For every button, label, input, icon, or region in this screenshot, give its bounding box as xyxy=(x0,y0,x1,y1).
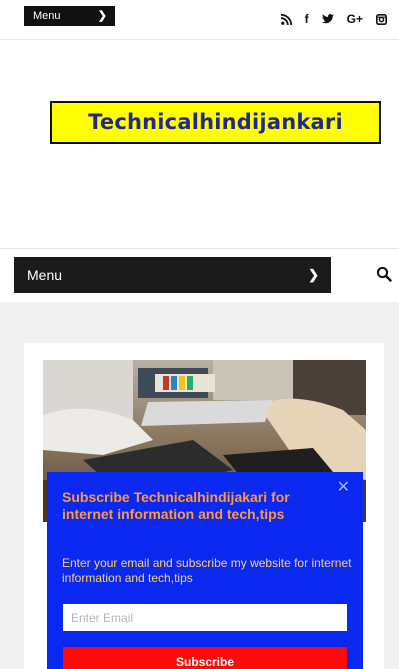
twitter-icon[interactable] xyxy=(321,14,334,24)
site-logo-text: Technicalhindijankari xyxy=(88,110,343,134)
google-plus-icon[interactable]: G+ xyxy=(347,11,363,27)
popup-description: Enter your email and subscribe my websit… xyxy=(62,556,352,585)
search-icon[interactable] xyxy=(376,266,392,282)
popup-title: Subscribe Technicalhindijakari for inter… xyxy=(62,489,290,522)
page: Menu ❯ f G+ Technicalhindijankari Menu ❯… xyxy=(0,0,399,669)
instagram-icon[interactable] xyxy=(376,13,387,25)
close-icon[interactable]: ✕ xyxy=(337,479,350,497)
top-menu-label: Menu xyxy=(33,10,61,22)
subscribe-button[interactable]: Subscribe xyxy=(63,647,347,669)
email-field[interactable] xyxy=(63,604,347,631)
social-links: f G+ xyxy=(280,11,387,27)
subscribe-popup: ✕ Subscribe Technicalhindijakari for int… xyxy=(47,472,363,669)
top-bar: Menu ❯ f G+ xyxy=(0,0,399,40)
site-logo[interactable]: Technicalhindijankari xyxy=(50,101,381,144)
divider xyxy=(0,248,399,249)
main-menu-dropdown[interactable]: Menu ❯ xyxy=(14,257,331,293)
main-menu-label: Menu xyxy=(27,267,63,283)
chevron-down-icon: ❯ xyxy=(308,267,319,282)
facebook-icon[interactable]: f xyxy=(305,11,309,27)
rss-icon[interactable] xyxy=(280,13,292,25)
chevron-down-icon: ❯ xyxy=(97,10,107,22)
top-menu-dropdown[interactable]: Menu ❯ xyxy=(24,6,115,26)
